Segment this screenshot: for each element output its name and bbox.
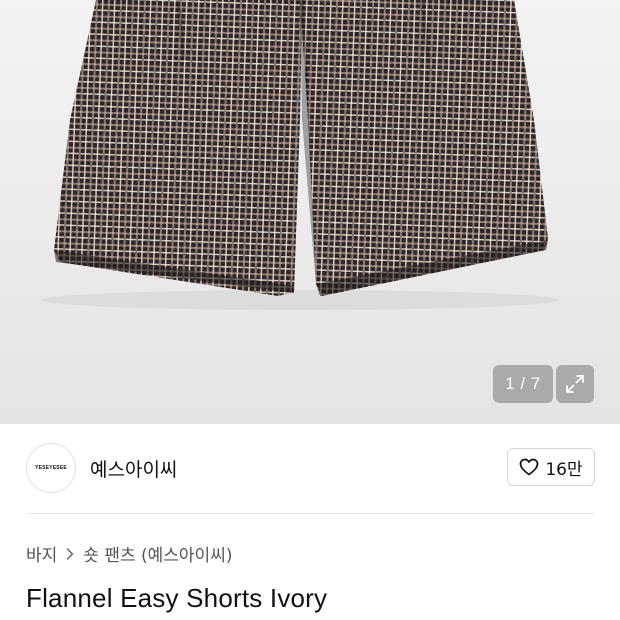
divider [26, 513, 594, 514]
brand-logo-text: YESEYESEE [35, 465, 67, 471]
product-image[interactable] [0, 0, 620, 424]
brand-name[interactable]: 예스아이씨 [90, 455, 177, 482]
heart-icon [520, 458, 539, 476]
image-counter: 1 / 7 [493, 365, 553, 403]
brand-logo[interactable]: YESEYESEE [26, 443, 76, 493]
expand-button[interactable] [556, 365, 594, 403]
expand-icon [566, 375, 584, 393]
like-button[interactable]: 16만 [507, 448, 595, 486]
breadcrumb-subcategory[interactable]: 숏 팬츠 (예스아이씨) [83, 541, 232, 566]
breadcrumb-category[interactable]: 바지 [26, 541, 57, 566]
brand-row: YESEYESEE 예스아이씨 16만 [0, 424, 620, 512]
chevron-right-icon [65, 547, 75, 561]
product-title: Flannel Easy Shorts Ivory [26, 583, 328, 613]
breadcrumb: 바지 숏 팬츠 (예스아이씨) [26, 541, 232, 566]
product-image-gallery[interactable]: 1 / 7 [0, 0, 620, 424]
like-count: 16만 [545, 459, 583, 480]
